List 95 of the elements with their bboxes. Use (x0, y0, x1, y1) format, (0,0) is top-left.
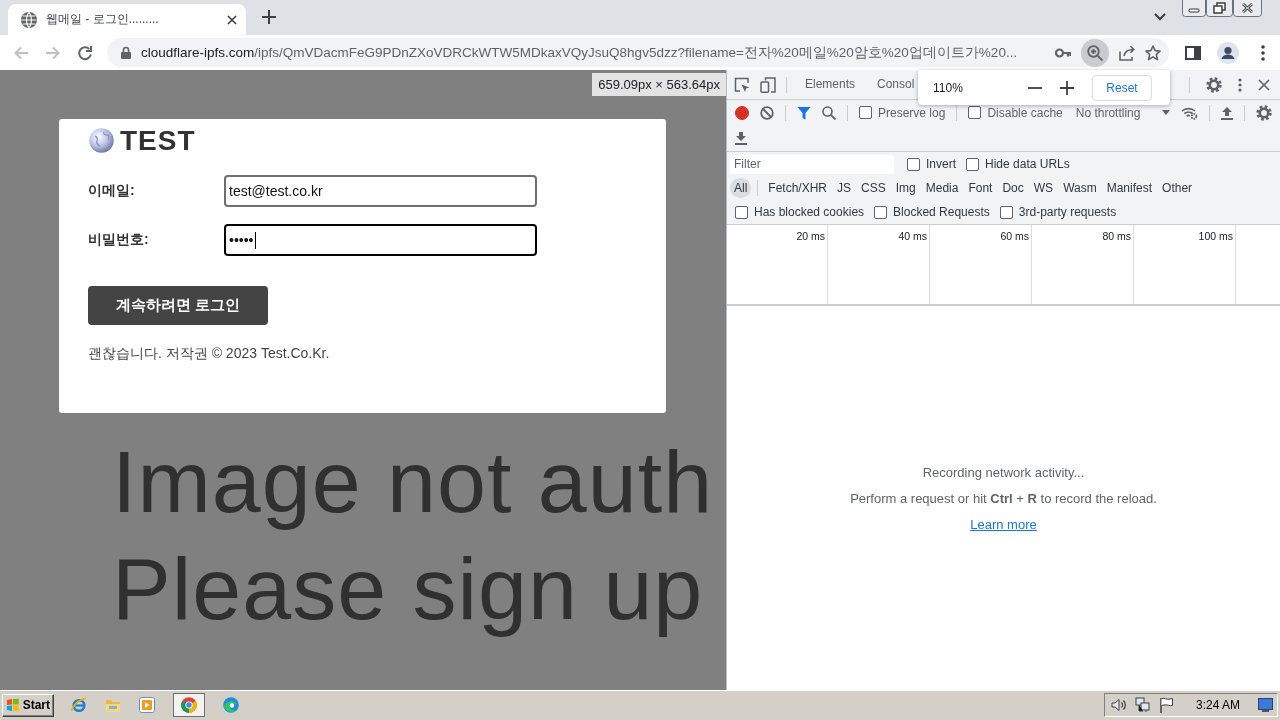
devtools-tab[interactable]: Consol (866, 70, 915, 99)
clear-icon[interactable] (760, 105, 774, 120)
plus-icon[interactable] (262, 10, 276, 24)
letter-e-icon[interactable] (71, 697, 87, 713)
filter-input[interactable]: Filter (730, 154, 894, 174)
status-text: Recording network activity... (922, 464, 1085, 480)
checkbox[interactable] (968, 106, 982, 119)
clock-text: 3:24 AM (1195, 698, 1240, 712)
address-bar[interactable]: cloudflare-ipfs.com/ipfs/QmVDacmFeG9PDnZXoVDRCkWTW5MDkaxVQyJsuQ8hgv5dzz?filename=전자%20메일%20암호%20업데이트가%20... (107, 38, 1169, 67)
settings-icon[interactable] (1206, 76, 1222, 93)
type-filter-chip[interactable]: WS (1029, 178, 1058, 198)
login-button[interactable]: 계속하려면 로그인 (88, 286, 268, 325)
checkbox-label: Hide data URLs (985, 157, 1070, 171)
checkbox[interactable] (907, 157, 920, 171)
type-filter-chip[interactable]: Img (891, 178, 920, 198)
flag-icon[interactable] (1158, 697, 1174, 713)
restore-icon[interactable] (1206, 0, 1233, 17)
device-icon[interactable] (760, 76, 776, 93)
copyright-text: 괜찮습니다. 저작권 © 2023 Test.Co.Kr. (88, 345, 331, 363)
logo-text: TEST (120, 128, 196, 153)
checkbox-label: 3rd-party requests (1018, 205, 1117, 219)
lock-icon (121, 46, 131, 59)
download-icon[interactable] (735, 131, 747, 145)
globe-icon (21, 11, 37, 28)
checkbox[interactable] (859, 106, 872, 119)
windows-flag-icon (6, 698, 20, 712)
checkbox-label: Blocked Requests (893, 205, 990, 219)
hint-text: Perform a request or hit Ctrl + R to record the reload. (850, 490, 1157, 506)
swirl-icon[interactable] (223, 697, 239, 713)
reload-icon[interactable] (77, 44, 93, 61)
checkbox[interactable] (735, 205, 748, 219)
inspect-icon[interactable] (734, 76, 750, 93)
type-filter-chip[interactable]: Media (921, 178, 963, 198)
checkbox[interactable] (874, 205, 888, 219)
side-panel-icon[interactable] (1185, 45, 1201, 60)
checkbox-label: Preserve log (878, 105, 946, 120)
close-icon[interactable] (1258, 78, 1270, 91)
type-filter-chip[interactable]: Fetch/XHR (764, 178, 832, 198)
wifi-gear-icon[interactable] (1181, 105, 1199, 120)
browser-icon[interactable] (173, 693, 205, 717)
zoom-level-text: 110% (933, 80, 964, 95)
close-icon[interactable] (1233, 0, 1262, 17)
text-cursor-icon (254, 231, 256, 249)
image-text: Please sign up (112, 538, 704, 640)
tick-label: 60 ms (1000, 230, 1029, 242)
input-field[interactable]: test@test.co.kr (224, 175, 537, 207)
checkbox-label: Invert (926, 157, 956, 171)
upload-icon[interactable] (1221, 105, 1234, 120)
tick-label: 20 ms (796, 230, 825, 242)
tick-label: 40 ms (898, 230, 927, 242)
chevron-down-icon[interactable] (1154, 13, 1166, 21)
type-filter-chip[interactable]: Manifest (1102, 178, 1157, 198)
checkbox[interactable] (966, 157, 979, 171)
tick-label: 100 ms (1198, 230, 1233, 242)
browser-tab[interactable]: 웹메일 - 로그인......... (8, 4, 246, 35)
record-icon[interactable] (735, 105, 749, 120)
devtools-tab[interactable]: Elements (794, 70, 867, 99)
monitor-icon[interactable] (1258, 698, 1273, 712)
field-label: 비밀번호: (88, 231, 150, 249)
checkbox-label: Disable cache (987, 105, 1063, 120)
share-icon[interactable] (1119, 44, 1135, 61)
plus-icon[interactable] (1060, 80, 1074, 95)
reset-button[interactable]: Reset (1092, 74, 1152, 101)
type-filter-chip[interactable]: Other (1158, 178, 1197, 198)
type-filter-chip[interactable]: Doc (998, 178, 1028, 198)
settings-icon[interactable] (1256, 104, 1273, 121)
search-icon[interactable] (822, 105, 836, 120)
type-filter-chip[interactable]: Font (964, 178, 997, 198)
star-icon[interactable] (1145, 44, 1161, 61)
type-filter-chip[interactable]: CSS (857, 178, 890, 198)
image-text: Image not auth (112, 431, 714, 533)
caret-icon (1162, 110, 1171, 115)
menu-icon[interactable] (1261, 44, 1265, 61)
type-filter-chip[interactable]: JS (833, 178, 856, 198)
checkbox[interactable] (999, 205, 1013, 219)
field-label: 이메일: (88, 182, 136, 200)
minimize-icon[interactable] (1182, 0, 1206, 17)
type-filter-chip[interactable]: Wasm (1059, 178, 1101, 198)
input-field[interactable]: ••••• (224, 224, 537, 256)
checkbox-label: Has blocked cookies (754, 205, 865, 219)
menu-icon[interactable] (1238, 77, 1242, 92)
start-button[interactable]: Start (2, 693, 54, 717)
speaker-icon[interactable] (1110, 697, 1127, 713)
close-icon[interactable] (227, 14, 237, 25)
network-icon[interactable] (1134, 697, 1151, 713)
size-tooltip: 659.09px × 563.64px (592, 73, 726, 96)
globe-logo-icon (89, 128, 114, 153)
learn-more-link[interactable]: Learn more (970, 516, 1037, 532)
tick-label: 80 ms (1102, 230, 1131, 242)
type-filter-chip[interactable]: All (730, 178, 752, 198)
filter-icon[interactable] (797, 105, 811, 120)
profile-avatar-icon[interactable] (1217, 41, 1239, 64)
throttling-select[interactable]: No throttling (1075, 105, 1171, 120)
media-player-icon[interactable] (139, 697, 155, 713)
zoom-icon[interactable] (1081, 38, 1109, 67)
